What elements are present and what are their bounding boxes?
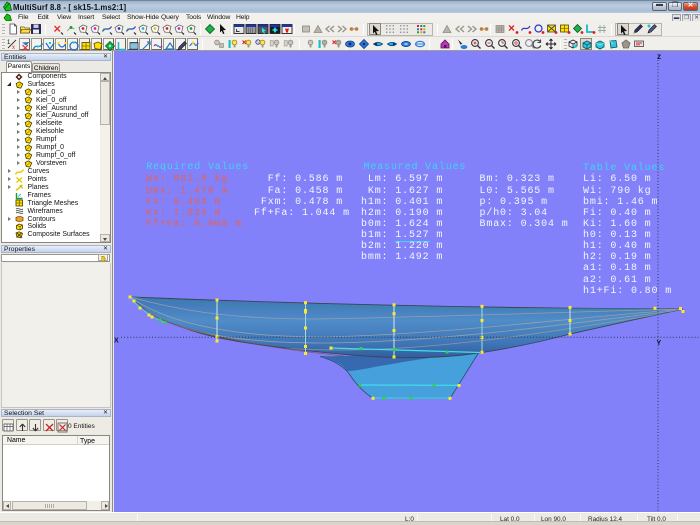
svg-text:z: z <box>657 52 661 61</box>
svg-text:X: X <box>114 338 119 345</box>
svg-text:Y: Y <box>657 340 662 347</box>
svg-text:x: x <box>12 45 15 50</box>
